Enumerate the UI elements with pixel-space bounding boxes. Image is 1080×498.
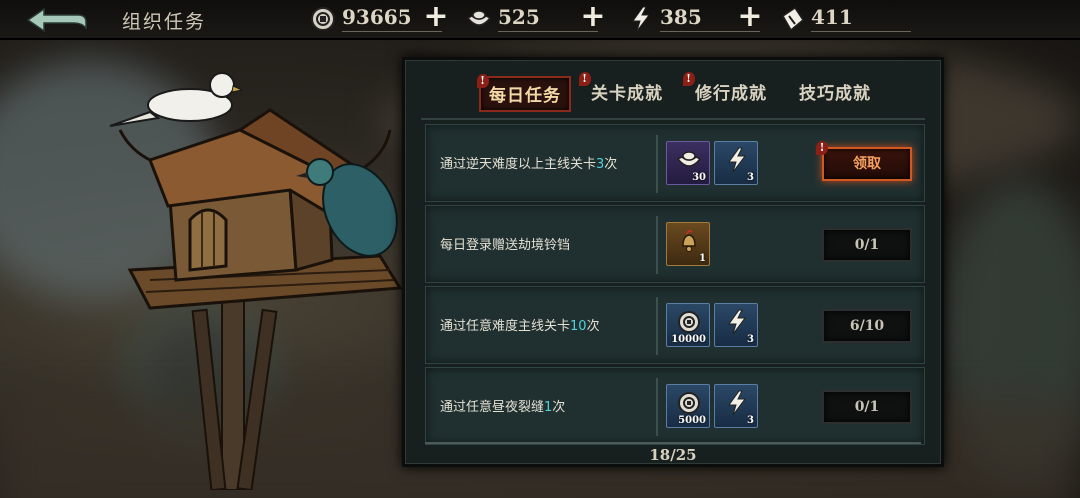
- birdhouse-illustration: [109, 72, 403, 490]
- tab-label: 技巧成就: [799, 84, 871, 104]
- divider: [421, 118, 925, 120]
- lightning-icon: [728, 147, 746, 173]
- task-description: 每日登录赠送劫境铃铛: [440, 238, 571, 253]
- silver-amount: 525: [498, 5, 540, 29]
- silver-ingot-icon: [676, 151, 702, 167]
- divider: [425, 442, 921, 444]
- alert-badge: !: [579, 72, 591, 86]
- tab-daily-tasks[interactable]: ! 每日任务: [477, 74, 571, 112]
- task-panel: ! 每日任务 ! 关卡成就 ! 修行成就 技巧成就 通过逆天难度以上主线关卡3次…: [402, 57, 944, 467]
- reward-item[interactable]: 3: [714, 384, 758, 428]
- page-title: 组织任务: [122, 11, 207, 33]
- progress-button: 0/1: [822, 390, 912, 424]
- reward-item[interactable]: 5000: [666, 384, 710, 428]
- reward-count: 5000: [678, 415, 706, 426]
- ticket-amount: 411: [811, 5, 853, 29]
- task-description: 通过逆天难度以上主线关卡3次: [440, 157, 618, 172]
- reward-count: 1: [699, 253, 706, 264]
- top-bar: 组织任务 93665 + 525 + 385 + 411: [0, 0, 1080, 40]
- task-row: 通过任意昼夜裂缝1次 5000 3 0/1: [425, 367, 925, 445]
- reward-item[interactable]: 30: [666, 141, 710, 185]
- task-description: 通过任意难度主线关卡10次: [440, 319, 600, 334]
- task-row: 每日登录赠送劫境铃铛 1 0/1: [425, 205, 925, 283]
- task-row: 通过逆天难度以上主线关卡3次 30 3 ! 领取: [425, 124, 925, 202]
- ticket-icon: [782, 6, 804, 32]
- add-energy-button[interactable]: +: [737, 2, 763, 33]
- tab-stage-achievements[interactable]: ! 关卡成就: [579, 72, 671, 112]
- progress-button: 6/10: [822, 309, 912, 343]
- tab-label: 修行成就: [695, 84, 767, 104]
- tab-label: 每日任务: [489, 86, 561, 106]
- tab-skill-achievements[interactable]: 技巧成就: [791, 76, 879, 112]
- reward-count: 3: [747, 334, 754, 345]
- alert-badge: !: [683, 72, 695, 86]
- lightning-icon: [632, 6, 650, 32]
- claim-button[interactable]: ! 领取: [816, 141, 912, 181]
- claim-label: 领取: [853, 156, 881, 172]
- task-row: 通过任意难度主线关卡10次 10000 3 6/10: [425, 286, 925, 364]
- lightning-icon: [728, 309, 746, 335]
- tab-label: 关卡成就: [591, 84, 663, 104]
- alert-badge: !: [816, 141, 828, 155]
- reward-item[interactable]: 3: [714, 141, 758, 185]
- coin-icon: [678, 392, 700, 414]
- coin-amount: 93665: [342, 5, 412, 29]
- bell-icon: [682, 229, 696, 252]
- back-arrow-icon[interactable]: [24, 6, 88, 34]
- add-coin-button[interactable]: +: [423, 2, 449, 33]
- reward-count: 10000: [671, 334, 706, 345]
- task-description: 通过任意昼夜裂缝1次: [440, 400, 566, 415]
- reward-count: 3: [747, 172, 754, 183]
- coin-icon: [678, 311, 700, 333]
- reward-count: 30: [692, 172, 706, 183]
- lightning-icon: [728, 390, 746, 416]
- tab-training-achievements[interactable]: ! 修行成就: [683, 72, 775, 112]
- reward-item[interactable]: 3: [714, 303, 758, 347]
- alert-badge: !: [477, 74, 489, 88]
- progress-button: 0/1: [822, 228, 912, 262]
- tab-bar: ! 每日任务 ! 关卡成就 ! 修行成就 技巧成就: [405, 72, 941, 116]
- task-progress-count: 18/25: [649, 446, 697, 464]
- reward-item[interactable]: 1: [666, 222, 710, 266]
- reward-count: 3: [747, 415, 754, 426]
- reward-item[interactable]: 10000: [666, 303, 710, 347]
- energy-amount: 385: [660, 5, 702, 29]
- coin-icon: [311, 7, 335, 31]
- add-silver-button[interactable]: +: [580, 2, 606, 33]
- silver-ingot-icon: [466, 10, 492, 26]
